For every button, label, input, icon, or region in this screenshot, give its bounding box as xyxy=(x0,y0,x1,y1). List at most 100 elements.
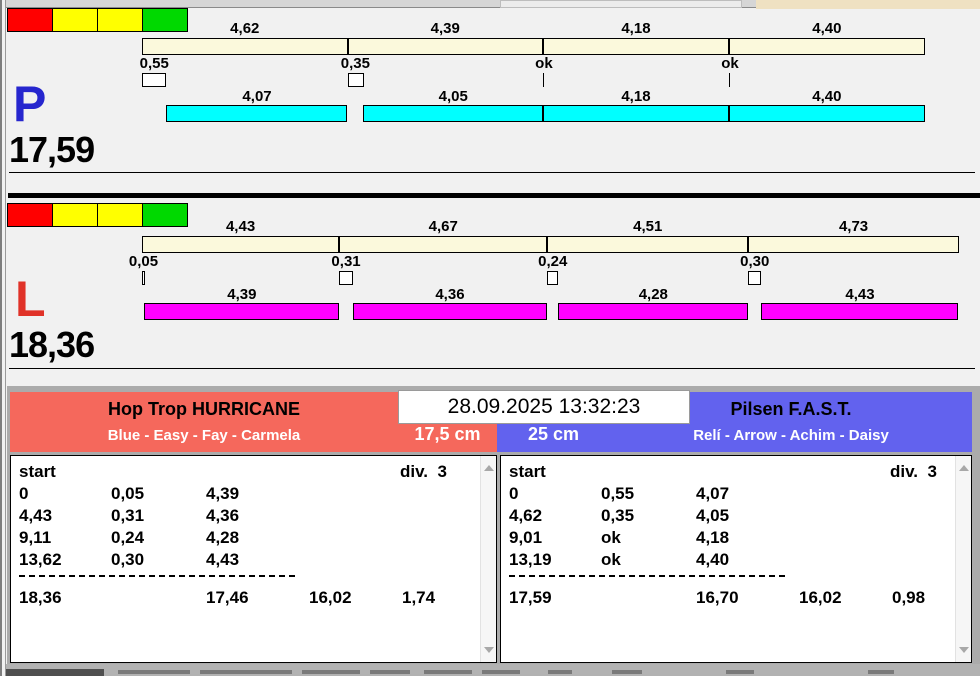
split-time-label: 4,73 xyxy=(838,218,869,235)
scroll-down-icon[interactable] xyxy=(484,647,494,653)
scrollbar[interactable] xyxy=(955,456,971,662)
taskbar xyxy=(0,664,980,676)
table-cell: 0,05 xyxy=(111,484,145,503)
start-label: start xyxy=(19,462,56,481)
split-time-label: 4,39 xyxy=(430,20,460,37)
taskbar-text-smudge xyxy=(302,670,360,674)
lane-separator xyxy=(8,193,980,198)
taskbar-text-smudge xyxy=(548,670,572,674)
table-total-cell: 1,74 xyxy=(402,588,436,607)
traffic-light-segment xyxy=(7,203,53,227)
dog-run-label: 4,43 xyxy=(845,286,875,303)
table-cell: 4,28 xyxy=(206,528,240,547)
table-total-cell: 18,36 xyxy=(19,588,62,607)
table-cell: 4,18 xyxy=(696,528,730,547)
table-cell: 4,62 xyxy=(509,506,543,525)
exchange-loss-label: ok xyxy=(535,55,553,72)
split-divider xyxy=(747,237,749,252)
scrollbar[interactable] xyxy=(480,456,496,662)
split-divider xyxy=(728,39,730,54)
dog-run-label: 4,07 xyxy=(242,88,272,105)
split-time-bar xyxy=(142,38,925,55)
table-cell: ok xyxy=(601,528,621,547)
exchange-ok-tick xyxy=(729,73,730,87)
table-cell: 0,55 xyxy=(601,484,635,503)
dog-run-label: 4,05 xyxy=(438,88,468,105)
dog-run-bar xyxy=(729,105,925,122)
exchange-loss-label: 0,35 xyxy=(340,55,370,72)
table-total-cell: 16,02 xyxy=(799,588,842,607)
table-cell: 13,62 xyxy=(19,550,62,569)
traffic-light-segment xyxy=(52,203,98,227)
results-table-right[interactable]: start div. 3 0 0,55 4,07 4,62 0,35 4,05 9,01 ok… xyxy=(500,455,972,663)
scroll-up-icon[interactable] xyxy=(484,465,494,471)
split-time-label: 4,62 xyxy=(230,20,260,37)
results-table-left[interactable]: start div. 3 0 0,05 4,39 4,43 0,31 4,36 9,11 0,… xyxy=(10,455,497,663)
taskbar-text-smudge xyxy=(482,670,520,674)
taskbar-text-smudge xyxy=(726,670,754,674)
table-cell: 9,01 xyxy=(509,528,543,547)
background-window-strip xyxy=(756,0,980,9)
team-dogs: Blue - Easy - Fay - Carmela xyxy=(107,427,301,444)
exchange-loss-box xyxy=(748,271,761,285)
table-cell: 4,39 xyxy=(206,484,240,503)
exchange-loss-box xyxy=(348,73,364,87)
table-cell: 4,36 xyxy=(206,506,240,525)
table-separator-dashed xyxy=(19,575,295,577)
left-lane-total-time: 18,36 xyxy=(9,324,95,365)
dog-run-bar xyxy=(353,303,547,320)
taskbar-text-smudge xyxy=(370,670,410,674)
exchange-loss-label: 0,31 xyxy=(331,253,361,270)
dog-run-label: 4,28 xyxy=(638,286,668,303)
start-label: start xyxy=(509,462,546,481)
division-label: div. 3 xyxy=(890,462,937,481)
taskbar-text-smudge xyxy=(868,670,894,674)
traffic-light-segment xyxy=(142,203,188,227)
table-total-cell: 16,70 xyxy=(696,588,739,607)
jump-height: 25 cm xyxy=(527,424,580,444)
table-rows: 0 0,05 4,39 4,43 0,31 4,36 9,11 0,24 4,28 13,62 0,… xyxy=(11,456,496,662)
dog-run-label: 4,18 xyxy=(621,88,651,105)
split-divider xyxy=(347,39,349,54)
dog-run-bar xyxy=(558,303,748,320)
table-cell: 0,30 xyxy=(111,550,145,569)
dog-run-bar xyxy=(363,105,543,122)
lane-divider-line xyxy=(9,368,975,369)
taskbar-text-smudge xyxy=(424,670,472,674)
team-name: Hop Trop HURRICANE xyxy=(108,399,300,419)
exchange-loss-label: 0,24 xyxy=(538,253,568,270)
datetime-display: 28.09.2025 13:32:23 xyxy=(398,390,690,424)
exchange-loss-label: 0,05 xyxy=(128,253,159,270)
scroll-down-icon[interactable] xyxy=(959,647,969,653)
scroll-up-icon[interactable] xyxy=(959,465,969,471)
table-total-cell: 0,98 xyxy=(892,588,926,607)
left-lane-traffic-light xyxy=(7,203,188,227)
split-time-label: 4,51 xyxy=(633,218,663,235)
table-totals: 17,59 16,70 16,02 0,98 xyxy=(501,456,971,662)
table-total-cell: 17,46 xyxy=(206,588,249,607)
table-cell: 0,31 xyxy=(111,506,145,525)
division-label: div. 3 xyxy=(400,462,447,481)
team-dogs: Relí - Arrow - Achim - Daisy xyxy=(693,427,889,444)
exchange-loss-label: 0,55 xyxy=(139,55,169,72)
flyball-timing-window: 4,62 4,39 4,18 4,40 0,55 0,35 ok ok 4,07 4,05 4,18… xyxy=(0,0,980,676)
split-divider xyxy=(338,237,340,252)
taskbar-text-smudge xyxy=(612,670,642,674)
exchange-loss-label: 0,30 xyxy=(740,253,770,270)
jump-height: 17,5 cm xyxy=(414,424,481,444)
table-rows: 0 0,55 4,07 4,62 0,35 4,05 9,01 ok 4,18 13,19 ok 4,… xyxy=(501,456,971,662)
split-time-label: 4,67 xyxy=(428,218,458,235)
traffic-light-segment xyxy=(52,8,98,32)
table-cell: 9,11 xyxy=(19,528,52,547)
split-time-bar xyxy=(142,236,959,253)
dog-run-label: 4,39 xyxy=(227,286,257,303)
split-divider xyxy=(546,237,548,252)
table-total-cell: 17,59 xyxy=(509,588,552,607)
lane-divider-line xyxy=(9,172,975,173)
results-section: Hop Trop HURRICANE Blue - Easy - Fay - C… xyxy=(7,386,980,664)
right-lane-traffic-light xyxy=(7,8,188,32)
dog-run-bar xyxy=(166,105,347,122)
exchange-loss-box xyxy=(142,73,166,87)
table-cell: ok xyxy=(601,550,621,569)
table-cell: 0,35 xyxy=(601,506,635,525)
